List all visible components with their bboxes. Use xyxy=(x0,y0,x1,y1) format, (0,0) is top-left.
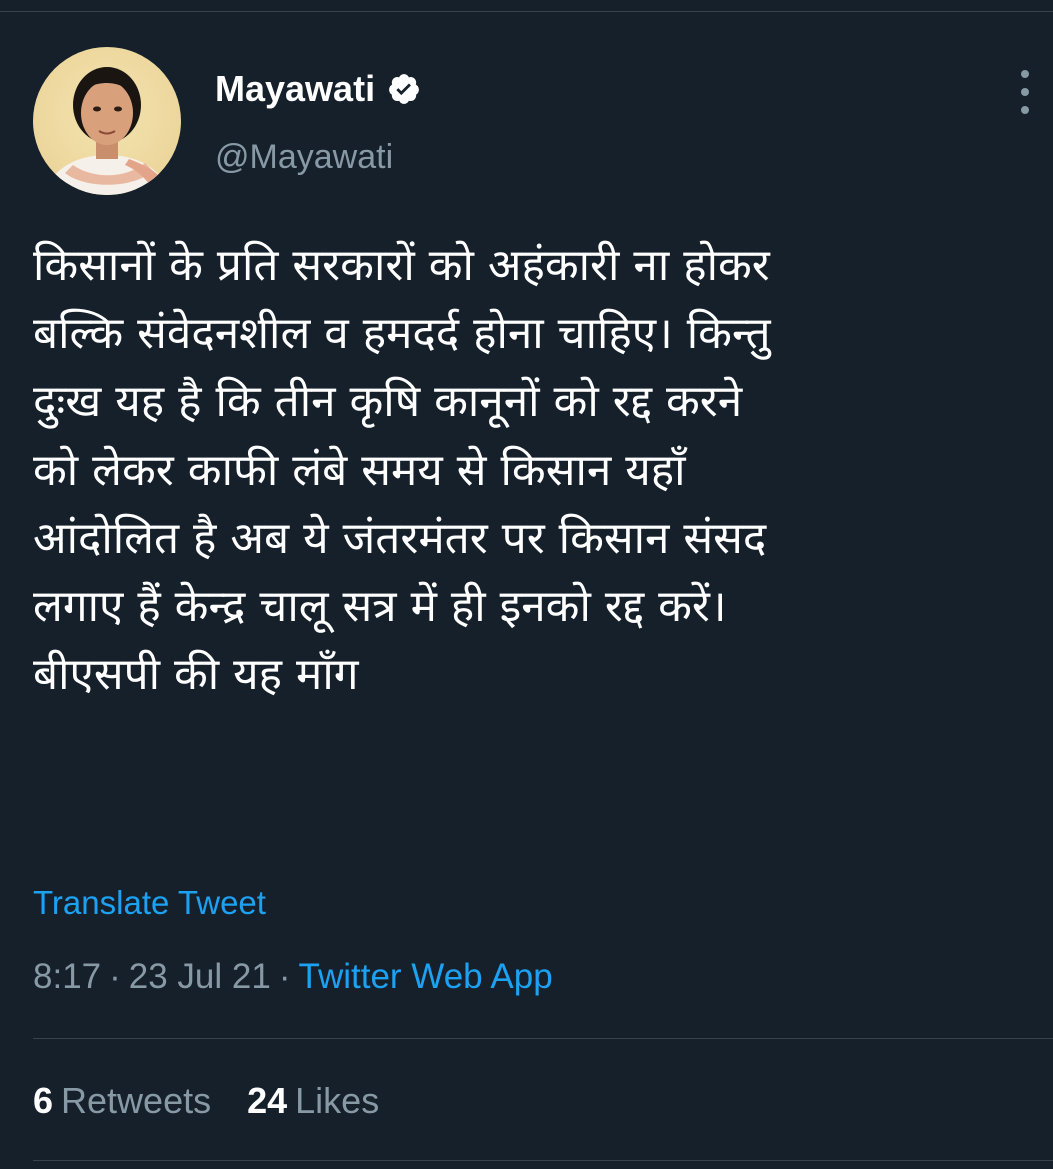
more-dot xyxy=(1021,70,1029,78)
tweet-text-line: बल्कि संवेदनशील व हमदर्द होना चाहिए। किन… xyxy=(33,308,771,360)
tweet-text-line: बीएसपी की यह माँग xyxy=(33,649,359,701)
tweet-text-line: लगाए हैं केन्द्र चालू सत्र में ही इनको र… xyxy=(33,581,727,633)
tweet-time[interactable]: 8:17 xyxy=(33,957,101,996)
tweet-text: किसानों के प्रति सरकारों को अहंकारी ना ह… xyxy=(33,232,1043,709)
meta-separator: · xyxy=(109,957,121,996)
tweet-text-line: आंदोलित है अब ये जंतरमंतर पर किसान संसद xyxy=(33,512,767,564)
more-dot xyxy=(1021,88,1029,96)
tweet-meta: 8:17 · 23 Jul 21 · Twitter Web App xyxy=(33,957,553,997)
tweet-text-line: को लेकर काफी लंबे समय से किसान यहाँ xyxy=(33,444,686,496)
likes-label: Likes xyxy=(295,1080,380,1121)
profile-photo-icon xyxy=(43,67,171,195)
stats-bottom-divider xyxy=(33,1160,1053,1161)
display-name-text: Mayawati xyxy=(215,68,376,109)
avatar[interactable] xyxy=(33,47,181,195)
translate-tweet-link[interactable]: Translate Tweet xyxy=(33,884,266,922)
meta-separator: · xyxy=(278,957,291,996)
author-display-name[interactable]: Mayawati xyxy=(215,68,421,110)
top-divider xyxy=(0,11,1053,12)
likes-count: 24 xyxy=(247,1080,288,1121)
verified-badge-icon xyxy=(387,72,421,106)
retweets-count: 6 xyxy=(33,1080,54,1121)
tweet-text-line: दुःख यह है कि तीन कृषि कानूनों को रद्द क… xyxy=(33,376,743,428)
likes-stat[interactable]: 24 Likes xyxy=(247,1080,379,1121)
tweet-source-link[interactable]: Twitter Web App xyxy=(299,957,553,996)
retweets-stat[interactable]: 6 Retweets xyxy=(33,1080,211,1121)
author-handle[interactable]: @Mayawati xyxy=(215,138,393,177)
tweet-text-line: किसानों के प्रति सरकारों को अहंकारी ना ह… xyxy=(33,240,770,291)
tweet-date[interactable]: 23 Jul 21 xyxy=(129,957,271,996)
more-vertical-icon[interactable] xyxy=(1010,70,1040,114)
stats-top-divider xyxy=(33,1038,1053,1039)
more-dot xyxy=(1021,106,1029,114)
retweets-label: Retweets xyxy=(61,1080,212,1121)
tweet-stats: 6 Retweets 24 Likes xyxy=(33,1080,379,1122)
